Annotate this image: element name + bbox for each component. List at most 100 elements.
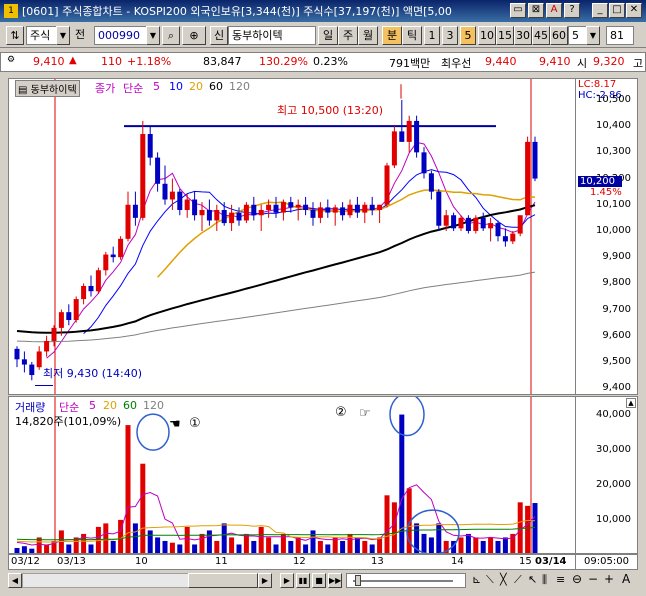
stock-tab[interactable]: ▤ 동부하이텍: [15, 80, 80, 97]
chart-scrollbar[interactable]: ◀ ▶ ▶ ▮▮ ■ ▶▶ ⊾ ⟍ ╳ ⟋ ↖ ⫼ ≡ ⊖ − + A: [8, 572, 638, 590]
interval-5-button[interactable]: 5: [460, 26, 476, 45]
volume-bar: [273, 544, 279, 553]
interval-15-button[interactable]: 15: [496, 26, 514, 45]
minimize-icon[interactable]: _: [592, 3, 608, 18]
count-input[interactable]: 81: [606, 26, 634, 45]
interval-60-button[interactable]: 60: [550, 26, 568, 45]
font-icon[interactable]: A: [546, 3, 562, 18]
volume-bar: [465, 533, 471, 553]
volume-bar: [258, 526, 264, 553]
hour-label-13: 13: [371, 556, 384, 567]
volume-bar: [362, 540, 368, 553]
window-title: [0601] 주식종합차트 - KOSPI200 외국인보유[3,344(천)]…: [22, 5, 452, 18]
collapse-pane-icon[interactable]: ▲: [626, 398, 636, 408]
scroll-left-icon[interactable]: ◀: [8, 573, 22, 588]
candle-body: [132, 204, 138, 218]
legend-ma120: 120: [229, 80, 250, 93]
period-day-button[interactable]: 일: [318, 26, 338, 45]
volume-legend-ma20: 20: [103, 399, 117, 412]
volume-bar: [214, 540, 220, 553]
search-icon[interactable]: ⌕: [162, 26, 180, 45]
restore-down-icon[interactable]: ▭: [510, 3, 526, 18]
hour-label-11: 11: [215, 556, 228, 567]
volume-bar: [488, 537, 494, 553]
volume-legend-ma5: 5: [89, 399, 96, 412]
trend-tool-icon[interactable]: ⟋: [514, 573, 522, 587]
fast-forward-icon[interactable]: ▶▶: [328, 573, 342, 588]
price-chart[interactable]: ▤ 동부하이텍 종가 단순 5 10 20 60 120 최고 10,500 (…: [8, 78, 576, 395]
maximize-icon[interactable]: □: [609, 3, 625, 18]
volume-bar: [317, 540, 323, 553]
bars-tool-icon[interactable]: ⫼: [542, 573, 547, 587]
period-tick-button[interactable]: 틱: [402, 26, 422, 45]
interval-30-button[interactable]: 30: [514, 26, 532, 45]
link-icon[interactable]: ⇅: [6, 26, 24, 45]
volume-bar: [243, 533, 249, 553]
help-icon[interactable]: ?: [564, 3, 580, 18]
change-percent: +1.18%: [127, 55, 172, 68]
candle-body: [140, 134, 146, 218]
scroll-thumb[interactable]: [188, 573, 258, 588]
volume-bar: [177, 544, 183, 553]
zoom-in-icon[interactable]: ⊖: [572, 572, 582, 586]
high-annotation: 최고 10,500 (13:20): [277, 104, 384, 117]
arrow-tool-icon[interactable]: ↖: [528, 573, 537, 586]
interval-3-button[interactable]: 3: [442, 26, 458, 45]
interval-10-button[interactable]: 10: [478, 26, 496, 45]
candle-body: [58, 312, 64, 328]
candle-body: [325, 207, 331, 213]
play-icon[interactable]: ▶: [280, 573, 294, 588]
cross-tool-icon[interactable]: ╳: [500, 573, 507, 586]
candle-body: [458, 217, 464, 229]
ma120-line: [16, 271, 536, 343]
square-icon: ▤: [18, 85, 28, 96]
pause-icon[interactable]: ▮▮: [296, 573, 310, 588]
text-tool-icon[interactable]: ≡: [556, 573, 565, 586]
interval-dropdown-icon[interactable]: ▼: [586, 26, 600, 45]
price-tick-label: 9,900: [602, 251, 631, 263]
plus-icon[interactable]: +: [604, 572, 614, 586]
volume-bar: [391, 502, 397, 553]
candle-body: [51, 327, 57, 341]
zoom-slider-track: [353, 580, 453, 582]
crosshair-icon[interactable]: ⊾: [472, 573, 481, 586]
period-month-button[interactable]: 월: [358, 26, 378, 45]
candle-body: [384, 165, 390, 205]
volume-bar: [384, 495, 390, 553]
volume-bar: [206, 530, 212, 553]
highlight-circle-1: [136, 413, 170, 451]
volume-bar: [192, 544, 198, 553]
volume-bar: [354, 537, 360, 553]
volume-chart[interactable]: 거래량 단순 5 20 60 120 14,820주(101,09%) ☚ ① …: [8, 396, 576, 554]
candle-body: [288, 202, 294, 208]
interval-45-button[interactable]: 45: [532, 26, 550, 45]
settings-icon[interactable]: ⚙: [7, 55, 15, 65]
name-prefix-button[interactable]: 신: [210, 26, 228, 45]
minus-icon[interactable]: −: [588, 572, 598, 586]
code-dropdown-icon[interactable]: ▼: [146, 26, 160, 45]
interval-1-button[interactable]: 1: [424, 26, 440, 45]
pin-icon[interactable]: ⊠: [528, 3, 544, 18]
chevron-down-icon[interactable]: ▼: [56, 26, 70, 45]
candle-body: [155, 157, 161, 184]
stop-icon[interactable]: ■: [312, 573, 326, 588]
scroll-right-icon[interactable]: ▶: [258, 573, 272, 588]
candle-body: [406, 120, 412, 142]
font-size-icon[interactable]: A: [622, 572, 630, 586]
pointing-hand-icon: ☚: [169, 417, 181, 432]
magnifier-icon[interactable]: ⊕: [182, 26, 206, 45]
period-week-button[interactable]: 주: [338, 26, 358, 45]
hour-label-10: 10: [135, 556, 148, 567]
zoom-slider-handle[interactable]: [355, 575, 361, 586]
legend-ma5: 5: [153, 80, 160, 93]
price-tick-label: 10,000: [596, 224, 631, 236]
volume-bar: [295, 537, 301, 553]
period-minute-button[interactable]: 분: [382, 26, 402, 45]
close-icon[interactable]: ✕: [626, 3, 642, 18]
low-annotation: 최저 9,430 (14:40): [43, 367, 143, 380]
line-tool-icon[interactable]: ⟍: [486, 573, 494, 587]
zoom-slider[interactable]: [346, 573, 466, 588]
candle-body: [206, 209, 212, 221]
candle-body: [436, 191, 442, 226]
candle-body: [21, 359, 27, 365]
